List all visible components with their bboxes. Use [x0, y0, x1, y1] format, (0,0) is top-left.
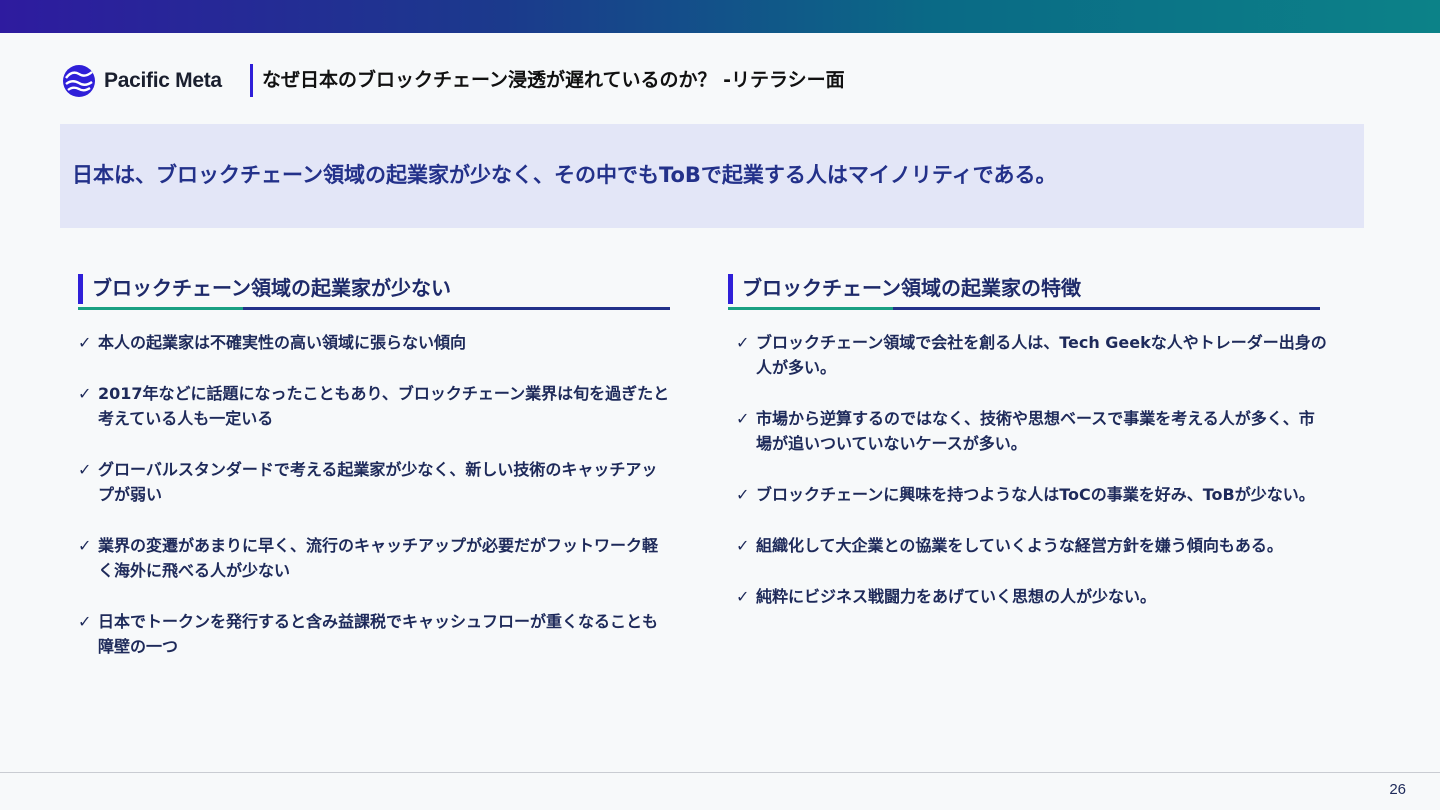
- footer-divider: [0, 772, 1440, 773]
- list-item: ✓ 日本でトークンを発行すると含み益課税でキャッシュフローが重くなることも障壁の…: [78, 609, 673, 659]
- list-item-text: ブロックチェーン領域で会社を創る人は、Tech Geekな人やトレーダー出身の人…: [756, 333, 1327, 377]
- left-item-list: ✓ 本人の起業家は不確実性の高い領域に張らない傾向 ✓ 2017年などに話題にな…: [78, 330, 673, 659]
- left-section-header: ブロックチェーン領域の起業家が少ない: [78, 272, 673, 314]
- check-icon: ✓: [736, 409, 750, 428]
- right-section-title: ブロックチェーン領域の起業家の特徴: [742, 276, 1081, 300]
- right-column: ブロックチェーン領域の起業家の特徴 ✓ ブロックチェーン領域で会社を創る人は、T…: [728, 272, 1327, 606]
- summary-text: 日本は、ブロックチェーン領域の起業家が少なく、その中でもToBで起業する人はマイ…: [72, 163, 1057, 187]
- list-item: ✓ 組織化して大企業との協業をしていくような経営方針を嫌う傾向もある。: [736, 533, 1328, 558]
- list-item-text: ブロックチェーンに興味を持つような人はToCの事業を好み、ToBが少ない。: [756, 485, 1315, 504]
- header-divider: [250, 64, 253, 97]
- list-item: ✓ ブロックチェーンに興味を持つような人はToCの事業を好み、ToBが少ない。: [736, 482, 1328, 507]
- check-icon: ✓: [78, 536, 92, 555]
- check-icon: ✓: [736, 333, 750, 352]
- check-icon: ✓: [736, 587, 750, 606]
- wave-logo-icon: [63, 65, 95, 97]
- left-section-title: ブロックチェーン領域の起業家が少ない: [92, 276, 451, 300]
- list-item-text: 純粋にビジネス戦闘力をあげていく思想の人が少ない。: [756, 587, 1157, 606]
- list-item: ✓ 本人の起業家は不確実性の高い領域に張らない傾向: [78, 330, 673, 355]
- check-icon: ✓: [78, 384, 92, 403]
- page-number: 26: [1389, 781, 1406, 798]
- list-item-text: 業界の変遷があまりに早く、流行のキャッチアップが必要だがフットワーク軽く海外に飛…: [98, 536, 659, 580]
- section-underline-accent: [728, 307, 893, 310]
- list-item: ✓ グローバルスタンダードで考える起業家が少なく、新しい技術のキャッチアップが弱…: [78, 457, 673, 507]
- check-icon: ✓: [736, 485, 750, 504]
- list-item: ✓ 純粋にビジネス戦闘力をあげていく思想の人が少ない。: [736, 584, 1328, 609]
- list-item: ✓ 2017年などに話題になったこともあり、ブロックチェーン業界は旬を過ぎたと考…: [78, 381, 673, 431]
- list-item-text: 本人の起業家は不確実性の高い領域に張らない傾向: [98, 333, 467, 352]
- page-title: なぜ日本のブロックチェーン浸透が遅れているのか？ -リテラシー面: [262, 69, 845, 91]
- right-section-header: ブロックチェーン領域の起業家の特徴: [728, 272, 1323, 314]
- check-icon: ✓: [78, 333, 92, 352]
- section-marker: [78, 274, 83, 304]
- top-gradient-bar: [0, 0, 1440, 33]
- list-item-text: 2017年などに話題になったこともあり、ブロックチェーン業界は旬を過ぎたと考えて…: [98, 384, 670, 428]
- brand-name: Pacific Meta: [104, 69, 222, 92]
- list-item: ✓ ブロックチェーン領域で会社を創る人は、Tech Geekな人やトレーダー出身…: [736, 330, 1328, 380]
- section-marker: [728, 274, 733, 304]
- check-icon: ✓: [78, 460, 92, 479]
- brand-logo: Pacific Meta: [62, 64, 222, 98]
- check-icon: ✓: [736, 536, 750, 555]
- check-icon: ✓: [78, 612, 92, 631]
- list-item-text: 市場から逆算するのではなく、技術や思想ベースで事業を考える人が多く、市場が追いつ…: [756, 409, 1315, 453]
- section-underline-accent: [78, 307, 243, 310]
- list-item-text: 組織化して大企業との協業をしていくような経営方針を嫌う傾向もある。: [756, 536, 1283, 555]
- list-item-text: 日本でトークンを発行すると含み益課税でキャッシュフローが重くなることも障壁の一つ: [98, 612, 659, 656]
- list-item: ✓ 業界の変遷があまりに早く、流行のキャッチアップが必要だがフットワーク軽く海外…: [78, 533, 673, 583]
- list-item-text: グローバルスタンダードで考える起業家が少なく、新しい技術のキャッチアップが弱い: [98, 460, 658, 504]
- left-column: ブロックチェーン領域の起業家が少ない ✓ 本人の起業家は不確実性の高い領域に張ら…: [78, 272, 673, 656]
- right-item-list: ✓ ブロックチェーン領域で会社を創る人は、Tech Geekな人やトレーダー出身…: [736, 330, 1328, 609]
- list-item: ✓ 市場から逆算するのではなく、技術や思想ベースで事業を考える人が多く、市場が追…: [736, 406, 1328, 456]
- summary-banner: 日本は、ブロックチェーン領域の起業家が少なく、その中でもToBで起業する人はマイ…: [60, 124, 1364, 228]
